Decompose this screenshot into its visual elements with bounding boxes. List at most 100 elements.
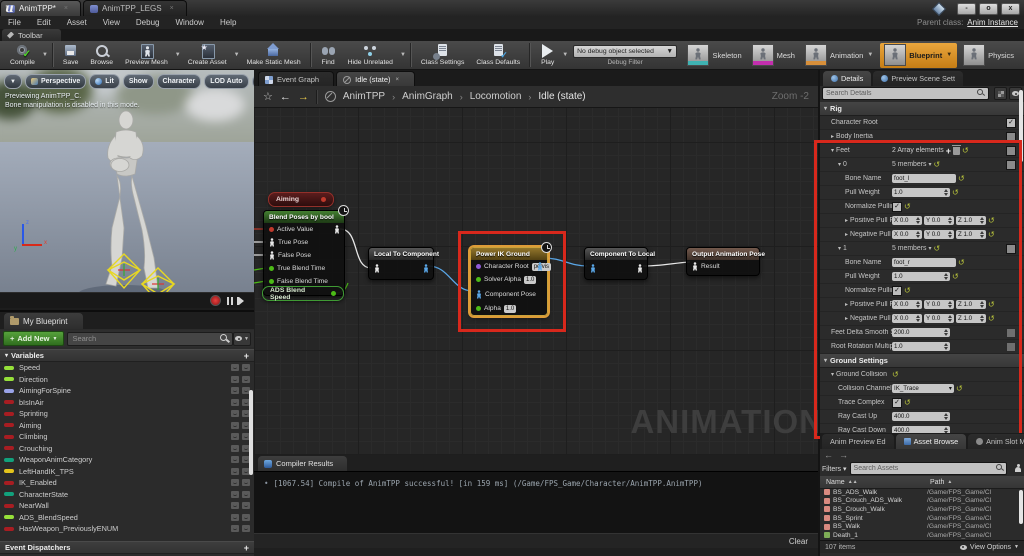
spin-handle-icon[interactable]: [944, 273, 948, 280]
float-pin-icon[interactable]: [476, 306, 481, 311]
variables-scrollbar[interactable]: [249, 390, 253, 475]
minimize-button[interactable]: -: [957, 3, 976, 15]
mode-mesh-button[interactable]: Mesh: [748, 43, 799, 68]
visibility-toggle-icon[interactable]: [242, 514, 250, 521]
node-blend-poses-by-bool[interactable]: Blend Poses by bool Active Value True Po…: [263, 210, 345, 296]
reset-to-default-icon[interactable]: ↺: [988, 301, 995, 309]
reset-to-default-icon[interactable]: ↺: [904, 203, 911, 211]
mode-animation-button[interactable]: Animation ▼: [801, 43, 878, 68]
reset-to-default-icon[interactable]: ↺: [988, 231, 995, 239]
variable-row[interactable]: HasWeapon_PreviouslyENUM: [0, 523, 254, 535]
variable-row[interactable]: bIsInAir: [0, 397, 254, 409]
value-spinbox[interactable]: 200.0: [892, 328, 950, 337]
add-new-button[interactable]: + Add New ▼: [3, 331, 64, 346]
reset-to-default-icon[interactable]: ↺: [956, 385, 963, 393]
reset-to-default-icon[interactable]: ↺: [952, 273, 959, 281]
bool-pin-icon[interactable]: [269, 227, 274, 232]
expand-arrow-icon[interactable]: ▸: [845, 217, 848, 224]
breadcrumb-locomotion[interactable]: Locomotion: [470, 91, 522, 102]
save-button[interactable]: Save: [57, 41, 85, 69]
pause-button[interactable]: [227, 297, 233, 305]
variable-row[interactable]: Climbing: [0, 431, 254, 443]
step-forward-button[interactable]: [239, 297, 244, 305]
viewport-options-button[interactable]: ▼: [4, 74, 22, 89]
visibility-toggle-icon[interactable]: [231, 422, 239, 429]
preview-mesh-button[interactable]: Preview Mesh: [119, 41, 174, 69]
variable-row[interactable]: CharacterState: [0, 489, 254, 501]
value-spinbox[interactable]: 400.0: [892, 412, 950, 421]
spin-handle-icon[interactable]: [944, 343, 948, 350]
hide-unrelated-dropdown-icon[interactable]: ▼: [400, 52, 406, 58]
visibility-toggle-icon[interactable]: [231, 410, 239, 417]
vector-component-box[interactable]: Z 1.0: [956, 314, 986, 323]
preview-scene-settings-tab[interactable]: Preview Scene Sett: [873, 71, 963, 86]
variable-row[interactable]: Speed: [0, 362, 254, 374]
bone-pin-icon[interactable]: [476, 264, 481, 269]
expand-arrow-icon[interactable]: ▾: [838, 161, 841, 168]
variable-row[interactable]: Direction: [0, 374, 254, 386]
spin-handle-icon[interactable]: [916, 231, 920, 238]
vector-component-box[interactable]: Y 0.0: [924, 230, 954, 239]
menu-item-edit[interactable]: Edit: [29, 18, 59, 27]
pose-pin-icon[interactable]: [269, 251, 275, 260]
spin-handle-icon[interactable]: [948, 217, 952, 224]
watch-icon[interactable]: [541, 242, 552, 253]
menu-item-help[interactable]: Help: [212, 18, 244, 27]
close-tab-icon[interactable]: ×: [170, 5, 174, 12]
vector-component-box[interactable]: X 0.0: [892, 300, 922, 309]
class-settings-button[interactable]: Class Settings: [415, 41, 470, 69]
vector-component-box[interactable]: X 0.0: [892, 230, 922, 239]
vector-component-box[interactable]: Y 0.0: [924, 314, 954, 323]
menu-item-debug[interactable]: Debug: [128, 18, 168, 27]
asset-row[interactable]: BS_Sprint/Game/FPS_Game/Cl: [820, 514, 1024, 523]
menu-item-asset[interactable]: Asset: [59, 18, 95, 27]
component-pose-input-pin-icon[interactable]: [590, 264, 596, 273]
asset-list-scrollbar[interactable]: [1019, 490, 1023, 524]
variable-row[interactable]: Crouching: [0, 443, 254, 455]
reset-to-default-icon[interactable]: ↺: [958, 259, 965, 267]
spin-handle-icon[interactable]: [980, 217, 984, 224]
checkbox[interactable]: [1006, 132, 1016, 142]
history-forward-icon[interactable]: →: [839, 450, 848, 460]
watch-icon[interactable]: [338, 205, 349, 216]
bool-pin-icon[interactable]: [321, 197, 326, 202]
make-static-mesh-button[interactable]: Make Static Mesh: [241, 41, 307, 69]
menu-item-file[interactable]: File: [0, 18, 29, 27]
person-filter-icon[interactable]: [1014, 464, 1022, 474]
variable-row[interactable]: AimingForSpine: [0, 385, 254, 397]
reset-to-default-icon[interactable]: ↺: [933, 161, 940, 169]
mode-blueprint-button[interactable]: Blueprint ▼: [880, 43, 957, 68]
spin-handle-icon[interactable]: [916, 315, 920, 322]
forward-arrow-icon[interactable]: →: [298, 91, 309, 103]
checkbox[interactable]: ✓: [892, 398, 902, 408]
lod-auto-button[interactable]: LOD Auto: [204, 74, 248, 89]
float-pin-icon[interactable]: [269, 266, 274, 271]
details-category-ground-settings[interactable]: ▾Ground Settings: [820, 354, 1024, 368]
details-category-rig[interactable]: ▾Rig: [820, 102, 1024, 116]
close-button[interactable]: x: [1001, 3, 1020, 15]
graph-canvas[interactable]: ANIMATION Aiming Blend Poses by b: [254, 108, 818, 455]
node-power-ik-ground[interactable]: Power IK Ground Character Root pelvis So…: [470, 247, 548, 316]
asset-search-input[interactable]: [850, 462, 1007, 475]
float-pin-icon[interactable]: [476, 277, 481, 282]
character-button[interactable]: Character: [157, 74, 202, 89]
checkbox[interactable]: ✓: [892, 286, 902, 296]
component-pose-output-pin-icon[interactable]: [537, 262, 543, 271]
event-dispatchers-header[interactable]: Event Dispatchers +: [0, 541, 254, 554]
tab-idle-state[interactable]: Idle (state) ×: [336, 71, 415, 87]
visibility-toggle-icon[interactable]: [231, 387, 239, 394]
compile-dropdown-icon[interactable]: ▼: [42, 52, 48, 58]
asset-row[interactable]: Death_1/Game/FPS_Game/Cl: [820, 531, 1024, 540]
vector-component-box[interactable]: Z 1.0: [956, 230, 986, 239]
value-spinbox[interactable]: foot_r: [892, 258, 956, 267]
variable-row[interactable]: NearWall: [0, 500, 254, 512]
create-asset-button[interactable]: ★ Create Asset: [182, 41, 233, 69]
details-tab[interactable]: Details: [823, 71, 871, 86]
asset-row[interactable]: BS_Walk/Game/FPS_Game/Cl: [820, 522, 1024, 531]
reset-to-default-icon[interactable]: ↺: [904, 399, 911, 407]
my-blueprint-tab[interactable]: My Blueprint: [4, 313, 83, 329]
visibility-toggle-icon[interactable]: [231, 479, 239, 486]
checkbox[interactable]: [1006, 342, 1016, 352]
add-variable-button[interactable]: +: [244, 351, 249, 361]
spin-handle-icon[interactable]: [944, 413, 948, 420]
